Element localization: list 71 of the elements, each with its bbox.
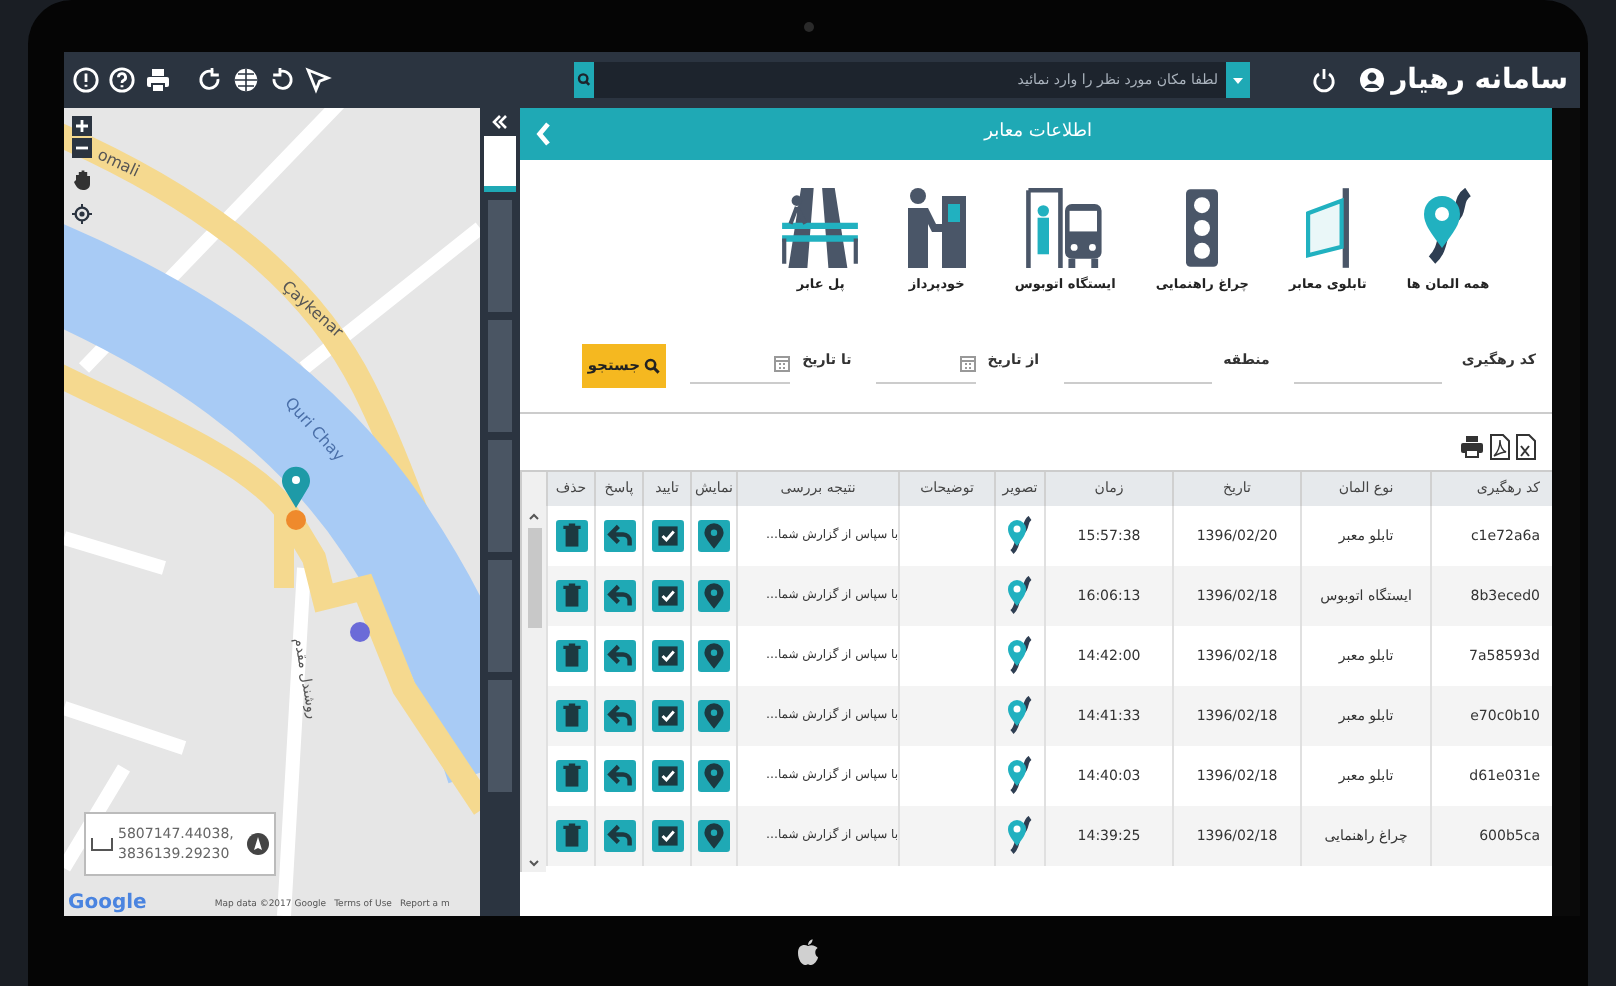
app-title: سامانه رهیار	[1391, 61, 1568, 99]
help-icon[interactable]	[108, 66, 136, 94]
show-on-map-button[interactable]	[698, 519, 730, 552]
thumbnail-icon[interactable]	[1006, 815, 1034, 856]
zoom-in-icon[interactable]	[72, 116, 92, 136]
category-icon	[1186, 188, 1219, 268]
scrollbar-thumb[interactable]	[527, 527, 541, 628]
show-on-map-button[interactable]	[698, 759, 730, 792]
category-icon	[782, 188, 859, 268]
user-icon[interactable]	[1358, 66, 1386, 94]
back-icon[interactable]	[536, 122, 552, 146]
pdf-icon[interactable]	[1490, 433, 1510, 460]
reply-button[interactable]	[603, 759, 635, 792]
reply-button[interactable]	[603, 639, 635, 672]
search-icon[interactable]	[574, 62, 594, 98]
compass-icon[interactable]	[246, 832, 270, 856]
search-icon	[644, 357, 661, 374]
delete-button[interactable]	[555, 639, 587, 672]
collapse-icon[interactable]	[490, 112, 510, 132]
zoom-out-icon[interactable]	[72, 138, 92, 158]
delete-button[interactable]	[555, 819, 587, 852]
hand-icon[interactable]	[72, 168, 92, 190]
category-icon	[1026, 188, 1105, 268]
approve-button[interactable]	[651, 519, 683, 552]
calendar-icon[interactable]	[774, 353, 791, 372]
scrollbar[interactable]	[520, 471, 546, 872]
show-on-map-button[interactable]	[698, 819, 730, 852]
delete-button[interactable]	[555, 759, 587, 792]
scroll-down-icon[interactable]	[526, 855, 542, 872]
category-icon	[1305, 188, 1350, 268]
delete-button[interactable]	[555, 519, 587, 552]
delete-button[interactable]	[555, 579, 587, 612]
poi-marker-icon[interactable]	[350, 622, 370, 642]
thumbnail-icon[interactable]	[1006, 515, 1034, 556]
scale-icon	[90, 836, 114, 852]
undo-icon[interactable]	[268, 66, 296, 94]
globe-icon[interactable]	[232, 66, 260, 94]
approve-button[interactable]	[651, 639, 683, 672]
street-label: omali	[93, 143, 144, 185]
map-logo: Google	[68, 892, 147, 914]
thumbnail-icon[interactable]	[1006, 635, 1034, 676]
map-pin-icon[interactable]	[282, 466, 310, 530]
approve-button[interactable]	[651, 579, 683, 612]
power-icon[interactable]	[1310, 66, 1338, 94]
show-on-map-button[interactable]	[698, 639, 730, 672]
reply-button[interactable]	[603, 519, 635, 552]
reply-button[interactable]	[603, 819, 635, 852]
approve-button[interactable]	[651, 819, 683, 852]
logo-icon	[796, 937, 820, 965]
show-on-map-button[interactable]	[698, 579, 730, 612]
excel-icon[interactable]	[1516, 433, 1536, 460]
info-icon[interactable]	[72, 66, 100, 94]
reply-button[interactable]	[603, 579, 635, 612]
thumbnail-icon[interactable]	[1006, 575, 1034, 616]
refresh-icon[interactable]	[196, 66, 224, 94]
panel-title: اطلاعات معابر	[984, 120, 1092, 147]
show-on-map-button[interactable]	[698, 699, 730, 732]
print-icon[interactable]	[1460, 433, 1484, 458]
print-icon[interactable]	[144, 66, 172, 94]
locate-icon[interactable]	[72, 204, 92, 224]
category-icon	[907, 188, 966, 268]
calendar-icon[interactable]	[959, 353, 976, 372]
delete-button[interactable]	[555, 699, 587, 732]
camera-icon	[803, 21, 813, 31]
thumbnail-icon[interactable]	[1006, 695, 1034, 736]
reply-button[interactable]	[603, 699, 635, 732]
approve-button[interactable]	[651, 699, 683, 732]
dropdown-caret-icon[interactable]	[1226, 62, 1250, 98]
approve-button[interactable]	[651, 759, 683, 792]
thumbnail-icon[interactable]	[1006, 755, 1034, 796]
cursor-icon[interactable]	[304, 66, 332, 94]
